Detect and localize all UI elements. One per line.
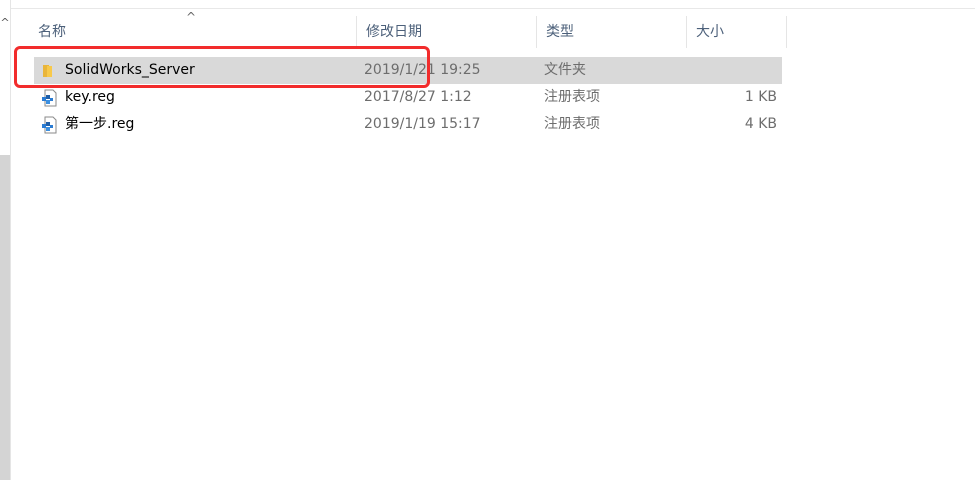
file-size: 4 KB [744,116,777,132]
column-header-row: ^ 名称 修改日期 类型 大小 [28,10,788,48]
file-row-solidworks-server[interactable]: SolidWorks_Server 2019/1/21 19:25 文件夹 [34,57,782,84]
column-header-type[interactable]: 类型 [536,16,686,48]
file-type: 注册表项 [544,89,600,105]
file-row-key-reg[interactable]: key.reg 2017/8/27 1:12 注册表项 1 KB [34,84,782,111]
folder-icon [43,65,52,77]
registry-file-icon [42,116,57,134]
file-size [694,57,777,84]
file-name: key.reg [65,89,115,105]
file-size: 1 KB [744,89,777,105]
column-header-name[interactable]: 名称 [28,16,358,48]
file-row-step-one-reg[interactable]: 第一步.reg 2019/1/19 15:17 注册表项 4 KB [34,111,782,138]
file-date-modified: 2019/1/19 15:17 [364,116,481,132]
file-date-modified: 2017/8/27 1:12 [364,89,472,105]
top-divider [0,8,975,9]
navigation-scrollbar-thumb[interactable] [0,155,10,480]
file-date-modified: 2019/1/21 19:25 [364,62,481,78]
scroll-up-chevron-icon[interactable]: ^ [0,16,10,30]
file-explorer-window: ^ ^ 名称 修改日期 类型 大小 SolidWorks_Server 2019… [0,0,975,480]
column-header-date-modified[interactable]: 修改日期 [356,16,536,48]
registry-file-icon [42,89,57,107]
navigation-pane-edge: ^ [0,0,11,480]
column-header-size[interactable]: 大小 [686,16,786,48]
column-divider[interactable] [786,16,787,48]
file-type: 文件夹 [544,62,586,78]
file-name: 第一步.reg [65,116,135,132]
file-type: 注册表项 [544,116,600,132]
file-name: SolidWorks_Server [65,62,195,78]
